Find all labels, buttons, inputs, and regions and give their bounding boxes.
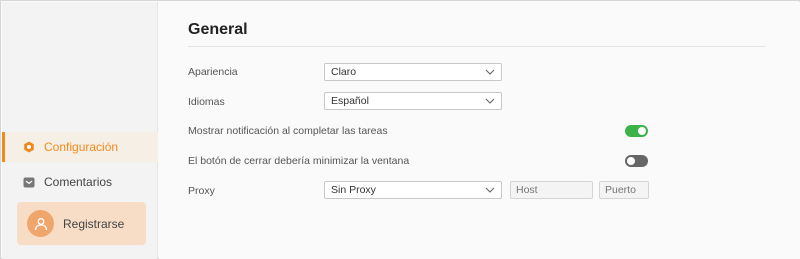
notify-label: Mostrar notificación al completar las ta… [188,125,388,137]
appearance-label: Apariencia [188,66,238,78]
minimize-label: El botón de cerrar debería minimizar la … [188,155,410,167]
app-window: Configuración Comentarios Registrarse Ge… [0,0,800,259]
chevron-down-icon [485,187,495,193]
toggle-knob [627,157,635,165]
register-button[interactable]: Registrarse [17,202,146,245]
language-label: Idiomas [188,96,225,108]
appearance-select[interactable]: Claro [324,63,502,81]
proxy-select[interactable]: Sin Proxy [324,181,502,199]
proxy-value: Sin Proxy [331,184,376,196]
chevron-down-icon [485,98,495,104]
language-value: Español [331,95,369,107]
sidebar: Configuración Comentarios Registrarse [2,2,158,259]
sidebar-item-configuracion[interactable]: Configuración [2,132,158,162]
proxy-host-input[interactable] [510,181,593,199]
page-title: General [188,21,248,38]
settings-panel: General Apariencia Claro Idiomas Español… [159,2,800,259]
language-select[interactable]: Español [324,92,502,110]
title-divider [188,46,766,47]
sidebar-item-label: Configuración [44,140,119,154]
proxy-label: Proxy [188,185,215,197]
user-icon [27,210,54,237]
sidebar-item-comentarios[interactable]: Comentarios [2,167,158,197]
notify-toggle[interactable] [625,125,648,137]
sidebar-item-label: Comentarios [44,175,113,189]
register-label: Registrarse [63,216,125,231]
mail-icon [22,175,36,189]
settings-icon [22,140,36,154]
minimize-toggle[interactable] [625,155,648,167]
chevron-down-icon [485,69,495,75]
proxy-port-input[interactable] [599,181,649,199]
toggle-knob [638,127,646,135]
appearance-value: Claro [331,66,357,78]
